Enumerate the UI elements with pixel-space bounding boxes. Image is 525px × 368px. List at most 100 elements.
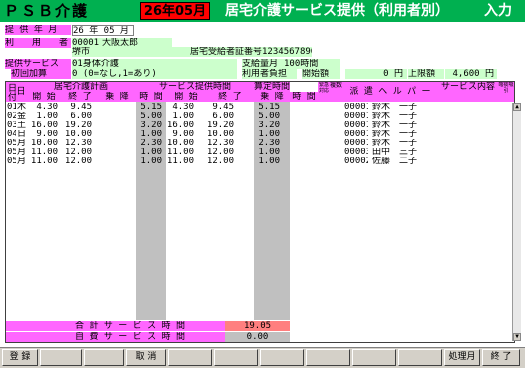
start-value: 0 円	[345, 69, 407, 79]
f6-button[interactable]	[214, 349, 258, 366]
cell-name: 鈴木 一子	[372, 112, 418, 121]
cell-dow: 月	[17, 139, 26, 148]
limit-label: 上限額	[408, 69, 444, 79]
header-calc-ride: 乗 降	[254, 92, 290, 102]
self-label: 自 費 サ ー ビ ス 時 間	[6, 332, 254, 342]
cert-label: 居宅受給者証番号	[190, 47, 263, 57]
cell-ps: 9.00	[36, 130, 58, 139]
process-month-button[interactable]: 処理月	[444, 349, 480, 366]
header-helper: 派 遣 ヘ ル パ ー	[342, 82, 438, 102]
f5-button[interactable]	[168, 349, 212, 366]
cell-st: 1.00	[258, 148, 280, 157]
cell-pt: 1.00	[140, 130, 162, 139]
cell-name: 鈴木 一子	[372, 103, 418, 112]
cell-name: 鈴木 一子	[372, 130, 418, 139]
cell-ss: 10.00	[166, 139, 194, 148]
header-calc: 算定時間	[254, 82, 290, 92]
user-label: 利 用 者	[5, 38, 71, 48]
start-label: 開始額	[302, 69, 340, 79]
cancel-button[interactable]: 取 消	[126, 349, 166, 366]
cell-se: 12.00	[206, 157, 234, 166]
cell-ps: 4.30	[36, 103, 58, 112]
cell-ss: 16.00	[166, 121, 194, 130]
cell-ss: 9.00	[172, 130, 194, 139]
cell-dow: 木	[17, 103, 26, 112]
cell-pe: 12.00	[64, 148, 92, 157]
provide-ym-field[interactable]: 26 年 05 月	[72, 25, 134, 36]
cell-ps: 16.00	[30, 121, 58, 130]
cell-se: 9.45	[212, 103, 234, 112]
header-plan-start: 開 始	[26, 92, 62, 102]
cell-ps: 1.00	[36, 112, 58, 121]
schedule-grid: 日付 日 居宅介護計画 開 始 終 了 乗 降 サービス提供時間 時 間 開 始…	[5, 81, 515, 343]
header-service-time: 時 間	[136, 92, 166, 102]
initial-field[interactable]: 0 (0=なし,1=あり)	[72, 69, 237, 79]
scroll-down-icon[interactable]: ▼	[513, 333, 521, 341]
cell-pt: 2.30	[140, 139, 162, 148]
f10-button[interactable]	[398, 349, 442, 366]
service-field[interactable]: 01身体介護	[72, 59, 237, 69]
cert-value: 1234567890	[262, 47, 312, 57]
cell-st: 2.30	[258, 139, 280, 148]
cell-pe: 6.00	[70, 112, 92, 121]
cell-day: 05	[7, 157, 16, 166]
cell-ss: 1.00	[172, 112, 194, 121]
f7-button[interactable]	[260, 349, 304, 366]
mode-label: 入力	[484, 3, 512, 19]
self-value: 0.00	[225, 332, 290, 342]
cert-number: 居宅受給者証番号1234567890	[190, 47, 312, 57]
cell-st: 3.20	[258, 121, 280, 130]
city: 堺市	[72, 47, 91, 57]
scroll-up-icon[interactable]: ▲	[513, 103, 521, 111]
cell-day: 04	[7, 130, 16, 139]
month-badge: 26年05月	[140, 2, 210, 20]
header-emergency: 緊急対応	[318, 82, 330, 102]
cell-dow: 土	[17, 121, 26, 130]
register-button[interactable]: 登 録	[2, 349, 38, 366]
cell-code: 00001	[344, 130, 368, 139]
cell-se: 10.00	[206, 130, 234, 139]
cell-pt: 3.20	[140, 121, 162, 130]
cell-name: 佐藤 二子	[372, 157, 418, 166]
header-plan-end: 終 了	[62, 92, 98, 102]
cell-pe: 12.00	[64, 157, 92, 166]
f2-button[interactable]	[40, 349, 82, 366]
cell-dow: 月	[17, 157, 26, 166]
exit-button[interactable]: 終 了	[482, 349, 520, 366]
cell-code: 00001	[344, 139, 368, 148]
page-title: 居宅介護サービス提供（利用者別）	[225, 3, 449, 19]
cell-code: 00003	[344, 148, 368, 157]
f3-button[interactable]	[84, 349, 124, 366]
cell-ss: 4.30	[172, 103, 194, 112]
total-value: 19.05	[225, 321, 290, 331]
cell-pe: 12.30	[64, 139, 92, 148]
header-dow: 日	[16, 82, 26, 102]
cell-day: 01	[7, 103, 16, 112]
cell-ps: 10.00	[30, 139, 58, 148]
cell-code: 00001	[344, 121, 368, 130]
header-extra: 喀痰吸引	[498, 82, 514, 102]
cell-st: 1.00	[258, 157, 280, 166]
cell-ss: 11.00	[166, 148, 194, 157]
cell-name: 鈴木 一子	[372, 121, 418, 130]
cell-pt: 5.00	[140, 112, 162, 121]
app-name: ＰＳＢ介護	[4, 2, 90, 20]
cell-se: 12.30	[206, 139, 234, 148]
header-multiple: 複数	[330, 82, 342, 102]
vertical-scrollbar[interactable]: ▲ ▼	[512, 103, 521, 341]
header-content: サービス内容	[438, 82, 498, 102]
cell-name: 田中 三子	[372, 148, 418, 157]
cell-pt: 1.00	[140, 157, 162, 166]
f9-button[interactable]	[352, 349, 396, 366]
payment-value: 100時間	[284, 59, 340, 69]
header-service-end: 終 了	[206, 92, 254, 102]
cell-day: 02	[7, 112, 16, 121]
cell-dow: 日	[17, 130, 26, 139]
burden-label: 利用者負担	[242, 69, 297, 79]
cell-dow: 金	[17, 112, 26, 121]
f8-button[interactable]	[306, 349, 350, 366]
total-label: 合 計 サ ー ビ ス 時 間	[6, 321, 254, 331]
cell-se: 19.20	[206, 121, 234, 130]
cell-name: 鈴木 一子	[372, 139, 418, 148]
cell-ps: 11.00	[30, 157, 58, 166]
